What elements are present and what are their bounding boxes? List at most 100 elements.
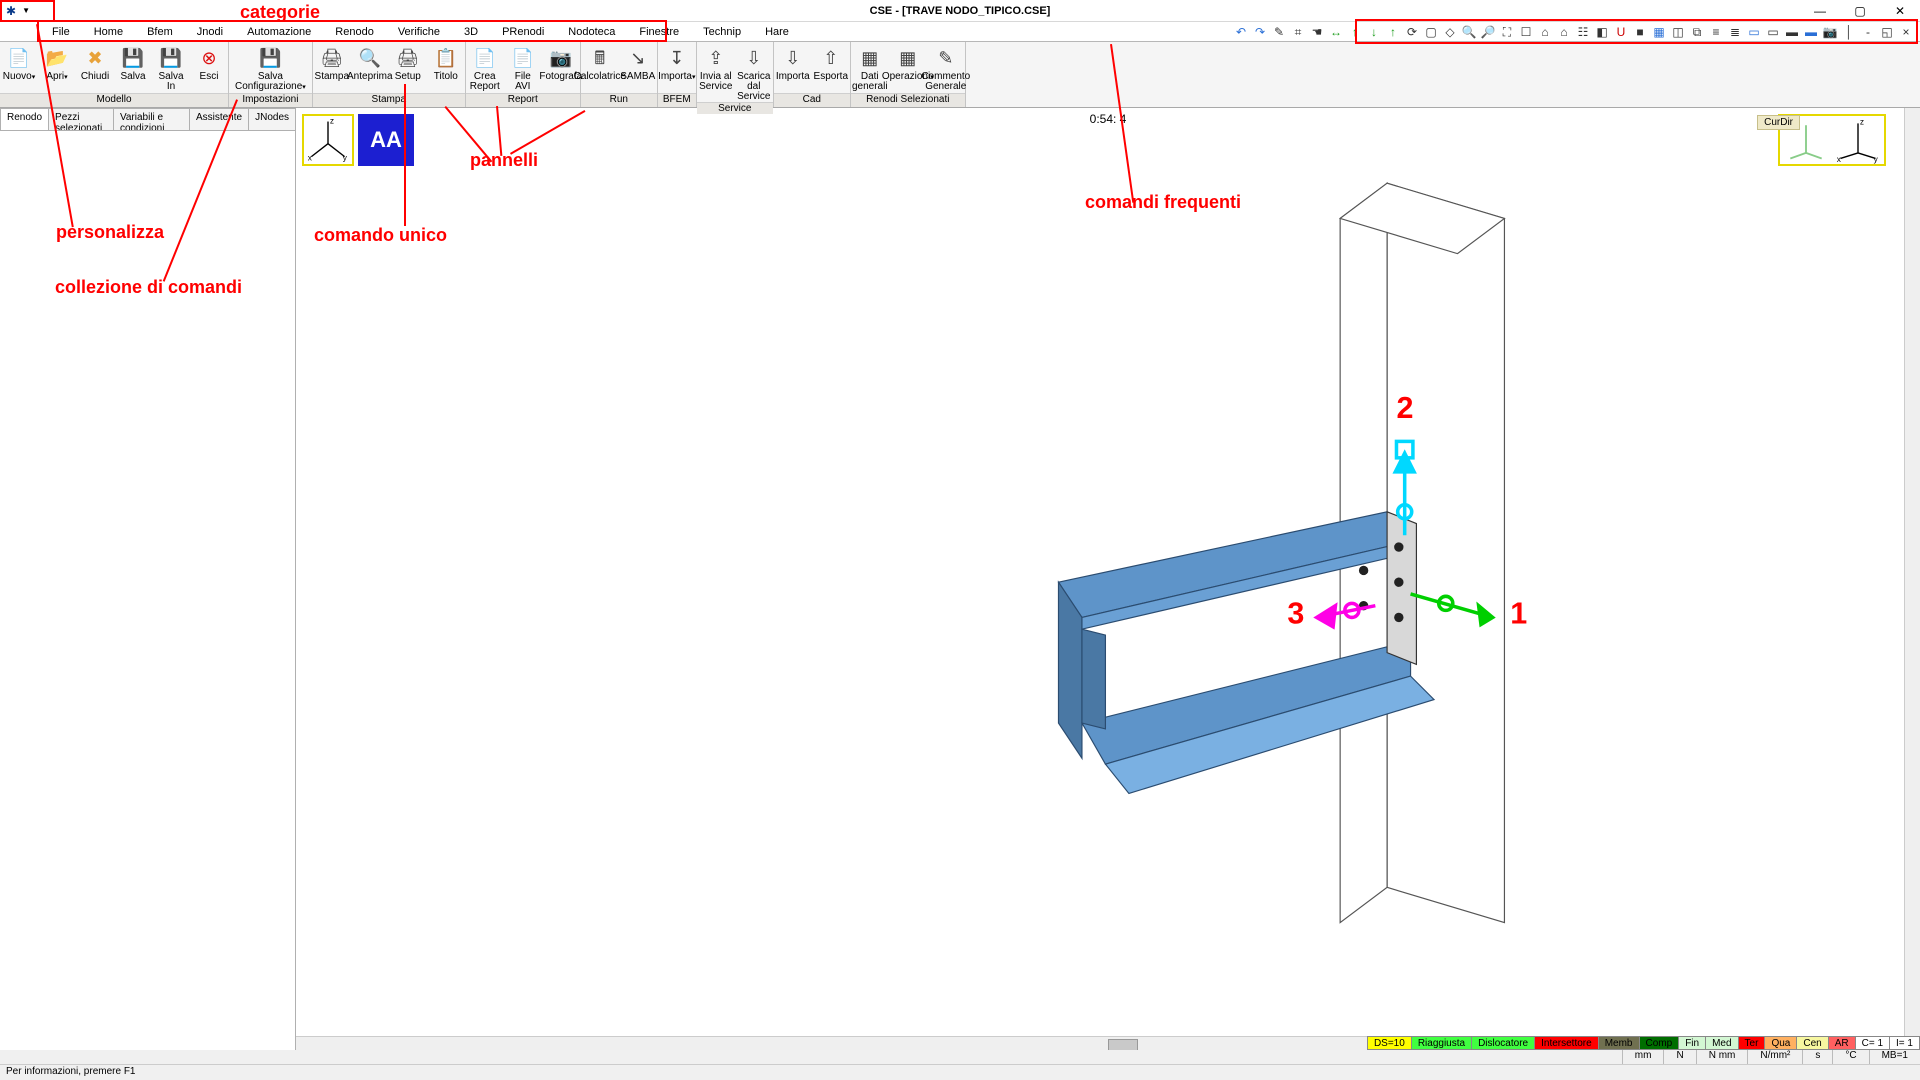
rotate-icon[interactable]: ⟳	[1404, 24, 1420, 40]
bfem-importa-button[interactable]: ↧Importa▾	[658, 42, 696, 93]
down-icon[interactable]: ↓	[1366, 24, 1382, 40]
cad-importa-button[interactable]: ⇩Importa	[774, 42, 812, 93]
menu-renodo[interactable]: Renodo	[323, 24, 386, 40]
window-icon[interactable]: ☐	[1518, 24, 1534, 40]
esci-button[interactable]: ⊗Esci	[190, 42, 228, 93]
bar2-icon[interactable]: ▬	[1803, 24, 1819, 40]
panel-icon[interactable]: ◧	[1594, 24, 1610, 40]
menu-file[interactable]: File	[40, 24, 82, 40]
apri-icon: 📂	[45, 46, 69, 70]
menu-nodoteca[interactable]: Nodoteca	[556, 24, 627, 40]
hand-icon[interactable]: ☚	[1309, 24, 1325, 40]
split-icon[interactable]: ◫	[1670, 24, 1686, 40]
home-icon[interactable]: ⌂	[1537, 24, 1553, 40]
commento-button[interactable]: ✎CommentoGenerale	[927, 42, 965, 93]
salva-config-button[interactable]: 💾SalvaConfigurazione▾	[229, 42, 312, 93]
list-icon[interactable]: ≡	[1708, 24, 1724, 40]
scarica-service-button[interactable]: ⇩Scaricadal Service	[735, 42, 773, 102]
samba-button[interactable]: ↘SAMBA	[619, 42, 657, 93]
pan-icon[interactable]: ↔	[1328, 24, 1344, 40]
salva-config-icon: 💾	[258, 46, 282, 70]
undo-icon[interactable]: ↶	[1233, 24, 1249, 40]
qat-dropdown-icon[interactable]: ▼	[22, 6, 30, 15]
legend-intersettore: Intersettore	[1535, 1036, 1599, 1050]
dati-generali-button[interactable]: ▦Datigenerali	[851, 42, 889, 93]
curdir-label: CurDir	[1757, 115, 1800, 130]
menu-automazione[interactable]: Automazione	[235, 24, 323, 40]
home2-icon[interactable]: ⌂	[1556, 24, 1572, 40]
layers-icon[interactable]: ☷	[1575, 24, 1591, 40]
u-icon[interactable]: U	[1613, 24, 1629, 40]
samba-icon: ↘	[626, 46, 650, 70]
mesh-icon[interactable]: ▦	[1651, 24, 1667, 40]
rect2-icon[interactable]: ▭	[1765, 24, 1781, 40]
bar-icon[interactable]: ▬	[1784, 24, 1800, 40]
box-icon[interactable]: ▢	[1423, 24, 1439, 40]
scarica-service-icon: ⇩	[742, 46, 766, 70]
stampa-button[interactable]: 🖨Stampa	[313, 42, 351, 93]
legend-fin: Fin	[1679, 1036, 1706, 1050]
cad-esporta-button[interactable]: ⇧Esporta	[812, 42, 850, 93]
grid-icon[interactable]: ⌗	[1290, 24, 1306, 40]
menu-hare[interactable]: Hare	[753, 24, 801, 40]
menu-jnodi[interactable]: Jnodi	[185, 24, 235, 40]
solid-icon[interactable]: ■	[1632, 24, 1648, 40]
calcolatrice-button[interactable]: 🖩Calcolatrice	[581, 42, 619, 93]
panel-title: Report	[466, 93, 580, 107]
menu-verifiche[interactable]: Verifiche	[386, 24, 452, 40]
chiudi-button[interactable]: ✖Chiudi	[76, 42, 114, 93]
aa-indicator[interactable]: AA	[358, 114, 414, 166]
side-tab-assistente[interactable]: Assistente	[189, 108, 249, 130]
unit-mm: mm	[1622, 1050, 1664, 1064]
side-tab-jnodes[interactable]: JNodes	[248, 108, 296, 130]
nuovo-button[interactable]: 📄Nuovo▾	[0, 42, 38, 93]
edit-icon[interactable]: ✎	[1271, 24, 1287, 40]
side-tab-pezzi-selezionati[interactable]: Pezzi selezionati	[48, 108, 114, 130]
copy-icon[interactable]: ⧉	[1689, 24, 1705, 40]
panel-title: BFEM	[658, 93, 696, 107]
panel-title: Stampa	[313, 93, 465, 107]
min-icon[interactable]: -	[1860, 24, 1876, 40]
diamond-icon[interactable]: ◇	[1442, 24, 1458, 40]
crea-report-button[interactable]: 📄CreaReport	[466, 42, 504, 93]
maximize-button[interactable]: ▢	[1840, 4, 1880, 18]
sep-icon[interactable]: │	[1841, 24, 1857, 40]
quick-access-toolbar[interactable]: ✱ ▼	[0, 0, 55, 22]
menu-technip[interactable]: Technip	[691, 24, 753, 40]
menu-bfem[interactable]: Bfem	[135, 24, 185, 40]
svg-text:3: 3	[1287, 596, 1304, 630]
up-icon[interactable]: ↑	[1347, 24, 1363, 40]
setup-button[interactable]: 🖨Setup	[389, 42, 427, 93]
fotografa-button[interactable]: 📷Fotografa	[542, 42, 580, 93]
titolo-button[interactable]: 📋Titolo	[427, 42, 465, 93]
minimize-button[interactable]: —	[1800, 4, 1840, 18]
invia-service-button[interactable]: ⇪Invia alService	[697, 42, 735, 102]
camera-icon[interactable]: 📷	[1822, 24, 1838, 40]
vertical-scrollbar[interactable]	[1904, 108, 1920, 1036]
list2-icon[interactable]: ≣	[1727, 24, 1743, 40]
3d-view[interactable]: z x y AA CurDir z x y	[296, 108, 1920, 1052]
rect-icon[interactable]: ▭	[1746, 24, 1762, 40]
zoom-out-icon[interactable]: 🔎	[1480, 24, 1496, 40]
anteprima-button[interactable]: 🔍Anteprima	[351, 42, 389, 93]
menu-prenodi[interactable]: PRenodi	[490, 24, 556, 40]
side-tab-variabili-e-condizioni[interactable]: Variabili e condizioni	[113, 108, 190, 130]
restore-icon[interactable]: ◱	[1879, 24, 1895, 40]
salva-in-button[interactable]: 💾SalvaIn	[152, 42, 190, 93]
zoom-icon[interactable]: 🔍	[1461, 24, 1477, 40]
close-button[interactable]: ✕	[1880, 4, 1920, 18]
side-tab-renodo[interactable]: Renodo	[0, 108, 49, 130]
fit-icon[interactable]: ⛶	[1499, 24, 1515, 40]
axis-orientation-widget[interactable]: z x y	[302, 114, 354, 166]
redo-icon[interactable]: ↷	[1252, 24, 1268, 40]
menu-finestre[interactable]: Finestre	[627, 24, 691, 40]
up2-icon[interactable]: ↑	[1385, 24, 1401, 40]
invia-service-icon: ⇪	[704, 46, 728, 70]
model-canvas[interactable]: 1 2 3	[636, 148, 1880, 1040]
apri-button[interactable]: 📂Apri▾	[38, 42, 76, 93]
close-icon[interactable]: ×	[1898, 24, 1914, 40]
menu-3d[interactable]: 3D	[452, 24, 490, 40]
menu-home[interactable]: Home	[82, 24, 135, 40]
salva-button[interactable]: 💾Salva	[114, 42, 152, 93]
file-avi-button[interactable]: 📄FileAVI	[504, 42, 542, 93]
